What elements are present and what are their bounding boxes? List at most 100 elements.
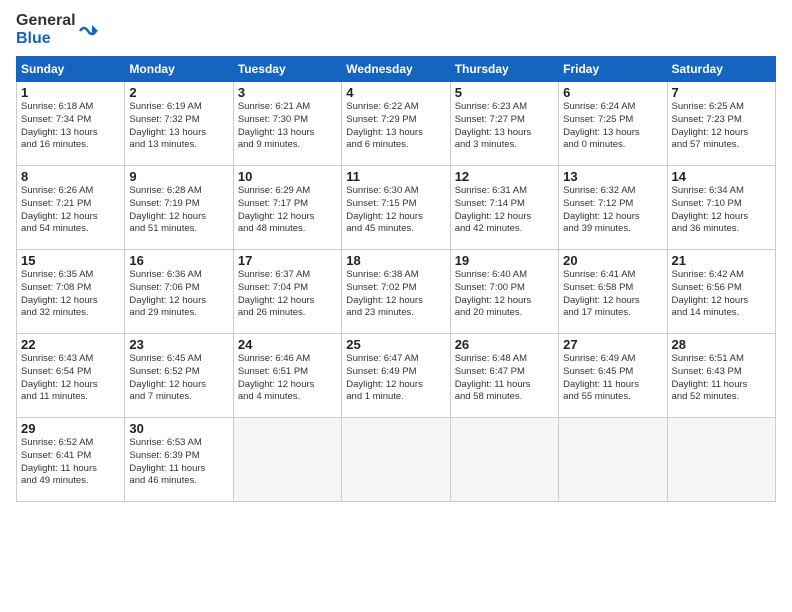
day-number: 21 [672, 253, 771, 268]
calendar-cell: 5Sunrise: 6:23 AM Sunset: 7:27 PM Daylig… [450, 82, 558, 166]
day-number: 19 [455, 253, 554, 268]
calendar-cell: 30Sunrise: 6:53 AM Sunset: 6:39 PM Dayli… [125, 418, 233, 502]
calendar-cell: 28Sunrise: 6:51 AM Sunset: 6:43 PM Dayli… [667, 334, 775, 418]
cell-text: Sunrise: 6:18 AM Sunset: 7:34 PM Dayligh… [21, 101, 120, 152]
logo-blue-text: Blue [16, 30, 51, 47]
day-number: 22 [21, 337, 120, 352]
cell-text: Sunrise: 6:45 AM Sunset: 6:52 PM Dayligh… [129, 353, 228, 404]
cell-text: Sunrise: 6:49 AM Sunset: 6:45 PM Dayligh… [563, 353, 662, 404]
calendar-cell: 18Sunrise: 6:38 AM Sunset: 7:02 PM Dayli… [342, 250, 450, 334]
cell-text: Sunrise: 6:28 AM Sunset: 7:19 PM Dayligh… [129, 185, 228, 236]
day-number: 26 [455, 337, 554, 352]
calendar-cell: 26Sunrise: 6:48 AM Sunset: 6:47 PM Dayli… [450, 334, 558, 418]
calendar-cell: 7Sunrise: 6:25 AM Sunset: 7:23 PM Daylig… [667, 82, 775, 166]
day-number: 10 [238, 169, 337, 184]
cell-text: Sunrise: 6:51 AM Sunset: 6:43 PM Dayligh… [672, 353, 771, 404]
cell-text: Sunrise: 6:52 AM Sunset: 6:41 PM Dayligh… [21, 437, 120, 488]
calendar-cell: 23Sunrise: 6:45 AM Sunset: 6:52 PM Dayli… [125, 334, 233, 418]
cell-text: Sunrise: 6:19 AM Sunset: 7:32 PM Dayligh… [129, 101, 228, 152]
day-number: 28 [672, 337, 771, 352]
logo-wave-icon [78, 17, 98, 43]
calendar-cell: 2Sunrise: 6:19 AM Sunset: 7:32 PM Daylig… [125, 82, 233, 166]
calendar-cell: 24Sunrise: 6:46 AM Sunset: 6:51 PM Dayli… [233, 334, 341, 418]
cell-text: Sunrise: 6:46 AM Sunset: 6:51 PM Dayligh… [238, 353, 337, 404]
calendar-cell: 9Sunrise: 6:28 AM Sunset: 7:19 PM Daylig… [125, 166, 233, 250]
calendar-cell: 12Sunrise: 6:31 AM Sunset: 7:14 PM Dayli… [450, 166, 558, 250]
day-number: 13 [563, 169, 662, 184]
day-number: 27 [563, 337, 662, 352]
calendar-cell: 8Sunrise: 6:26 AM Sunset: 7:21 PM Daylig… [17, 166, 125, 250]
cell-text: Sunrise: 6:41 AM Sunset: 6:58 PM Dayligh… [563, 269, 662, 320]
cell-text: Sunrise: 6:26 AM Sunset: 7:21 PM Dayligh… [21, 185, 120, 236]
day-number: 16 [129, 253, 228, 268]
calendar-cell: 15Sunrise: 6:35 AM Sunset: 7:08 PM Dayli… [17, 250, 125, 334]
calendar-cell: 27Sunrise: 6:49 AM Sunset: 6:45 PM Dayli… [559, 334, 667, 418]
day-number: 7 [672, 85, 771, 100]
cell-text: Sunrise: 6:21 AM Sunset: 7:30 PM Dayligh… [238, 101, 337, 152]
calendar-cell [233, 418, 341, 502]
day-number: 9 [129, 169, 228, 184]
day-number: 8 [21, 169, 120, 184]
weekday-header-monday: Monday [125, 57, 233, 82]
day-number: 30 [129, 421, 228, 436]
cell-text: Sunrise: 6:32 AM Sunset: 7:12 PM Dayligh… [563, 185, 662, 236]
calendar-cell: 4Sunrise: 6:22 AM Sunset: 7:29 PM Daylig… [342, 82, 450, 166]
calendar-table: SundayMondayTuesdayWednesdayThursdayFrid… [16, 56, 776, 502]
cell-text: Sunrise: 6:30 AM Sunset: 7:15 PM Dayligh… [346, 185, 445, 236]
calendar-cell: 25Sunrise: 6:47 AM Sunset: 6:49 PM Dayli… [342, 334, 450, 418]
calendar-cell: 10Sunrise: 6:29 AM Sunset: 7:17 PM Dayli… [233, 166, 341, 250]
calendar-cell: 1Sunrise: 6:18 AM Sunset: 7:34 PM Daylig… [17, 82, 125, 166]
day-number: 24 [238, 337, 337, 352]
calendar-cell: 17Sunrise: 6:37 AM Sunset: 7:04 PM Dayli… [233, 250, 341, 334]
cell-text: Sunrise: 6:36 AM Sunset: 7:06 PM Dayligh… [129, 269, 228, 320]
calendar-cell [667, 418, 775, 502]
cell-text: Sunrise: 6:29 AM Sunset: 7:17 PM Dayligh… [238, 185, 337, 236]
day-number: 3 [238, 85, 337, 100]
calendar-cell [559, 418, 667, 502]
calendar-cell: 19Sunrise: 6:40 AM Sunset: 7:00 PM Dayli… [450, 250, 558, 334]
calendar-cell: 20Sunrise: 6:41 AM Sunset: 6:58 PM Dayli… [559, 250, 667, 334]
day-number: 2 [129, 85, 228, 100]
weekday-header-sunday: Sunday [17, 57, 125, 82]
cell-text: Sunrise: 6:40 AM Sunset: 7:00 PM Dayligh… [455, 269, 554, 320]
calendar-cell: 11Sunrise: 6:30 AM Sunset: 7:15 PM Dayli… [342, 166, 450, 250]
day-number: 29 [21, 421, 120, 436]
cell-text: Sunrise: 6:35 AM Sunset: 7:08 PM Dayligh… [21, 269, 120, 320]
weekday-header-thursday: Thursday [450, 57, 558, 82]
day-number: 12 [455, 169, 554, 184]
calendar-cell: 16Sunrise: 6:36 AM Sunset: 7:06 PM Dayli… [125, 250, 233, 334]
day-number: 25 [346, 337, 445, 352]
cell-text: Sunrise: 6:43 AM Sunset: 6:54 PM Dayligh… [21, 353, 120, 404]
cell-text: Sunrise: 6:38 AM Sunset: 7:02 PM Dayligh… [346, 269, 445, 320]
cell-text: Sunrise: 6:31 AM Sunset: 7:14 PM Dayligh… [455, 185, 554, 236]
day-number: 1 [21, 85, 120, 100]
day-number: 15 [21, 253, 120, 268]
day-number: 11 [346, 169, 445, 184]
calendar-cell: 14Sunrise: 6:34 AM Sunset: 7:10 PM Dayli… [667, 166, 775, 250]
logo: General Blue [16, 12, 98, 48]
weekday-header-wednesday: Wednesday [342, 57, 450, 82]
calendar-cell [450, 418, 558, 502]
day-number: 14 [672, 169, 771, 184]
calendar-cell: 22Sunrise: 6:43 AM Sunset: 6:54 PM Dayli… [17, 334, 125, 418]
calendar-cell: 6Sunrise: 6:24 AM Sunset: 7:25 PM Daylig… [559, 82, 667, 166]
calendar-cell: 3Sunrise: 6:21 AM Sunset: 7:30 PM Daylig… [233, 82, 341, 166]
calendar-cell: 13Sunrise: 6:32 AM Sunset: 7:12 PM Dayli… [559, 166, 667, 250]
calendar-cell: 29Sunrise: 6:52 AM Sunset: 6:41 PM Dayli… [17, 418, 125, 502]
cell-text: Sunrise: 6:24 AM Sunset: 7:25 PM Dayligh… [563, 101, 662, 152]
cell-text: Sunrise: 6:22 AM Sunset: 7:29 PM Dayligh… [346, 101, 445, 152]
cell-text: Sunrise: 6:42 AM Sunset: 6:56 PM Dayligh… [672, 269, 771, 320]
day-number: 17 [238, 253, 337, 268]
day-number: 5 [455, 85, 554, 100]
cell-text: Sunrise: 6:53 AM Sunset: 6:39 PM Dayligh… [129, 437, 228, 488]
calendar-cell: 21Sunrise: 6:42 AM Sunset: 6:56 PM Dayli… [667, 250, 775, 334]
cell-text: Sunrise: 6:37 AM Sunset: 7:04 PM Dayligh… [238, 269, 337, 320]
logo-general-text: General [16, 12, 76, 29]
cell-text: Sunrise: 6:48 AM Sunset: 6:47 PM Dayligh… [455, 353, 554, 404]
calendar-page: General Blue SundayMondayTuesdayWednesda… [0, 0, 792, 612]
weekday-header-friday: Friday [559, 57, 667, 82]
day-number: 20 [563, 253, 662, 268]
weekday-header-saturday: Saturday [667, 57, 775, 82]
calendar-cell [342, 418, 450, 502]
weekday-header-tuesday: Tuesday [233, 57, 341, 82]
